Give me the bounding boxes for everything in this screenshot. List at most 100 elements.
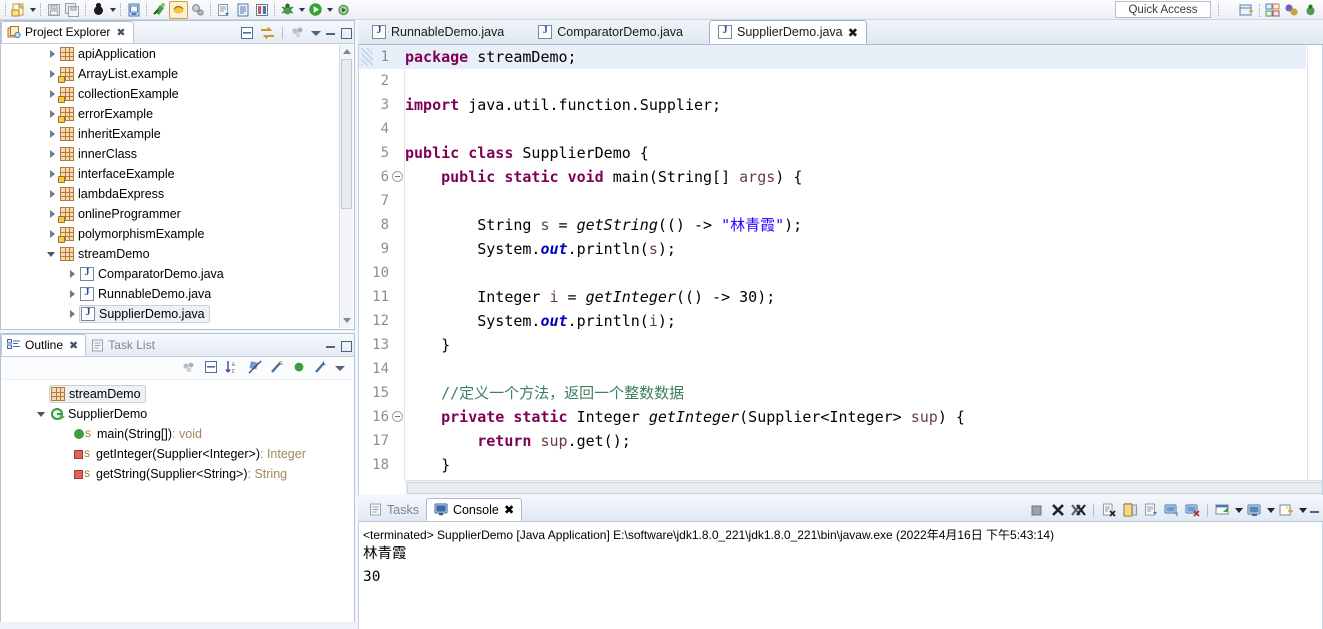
scrollbar-thumb[interactable] (407, 482, 1322, 494)
new-dropdown-arrow[interactable] (28, 1, 37, 19)
code-line-5[interactable]: 5 public class SupplierDemo { (359, 141, 1306, 165)
code-line-2[interactable]: 2 (359, 69, 1306, 93)
expand-arrow-icon[interactable] (47, 129, 57, 139)
annotation-overview-ruler[interactable] (1307, 45, 1322, 480)
properties-icon[interactable] (233, 1, 252, 19)
expand-arrow-icon[interactable] (47, 209, 57, 219)
display-selected-console-icon[interactable] (1212, 501, 1233, 520)
scroll-up-icon[interactable] (342, 47, 352, 57)
save-all-icon[interactable] (63, 1, 82, 19)
java-perspective-icon[interactable] (169, 0, 188, 19)
save-icon[interactable] (44, 1, 63, 19)
code-line-10[interactable]: 10 (359, 261, 1306, 285)
expand-arrow-icon[interactable] (67, 309, 77, 319)
editor-tab-supplierdemo-java[interactable]: SupplierDemo.java ✖ (709, 20, 868, 44)
tree-item-content[interactable]: collectionExample (58, 87, 179, 103)
remove-all-terminated-icon[interactable] (1068, 501, 1089, 520)
close-icon[interactable]: ✖ (116, 27, 125, 38)
tree-item-errorexample[interactable]: errorExample (1, 104, 354, 124)
link-with-editor-icon[interactable] (258, 24, 277, 42)
tab-console[interactable]: Console ✖ (425, 498, 523, 521)
expand-arrow-icon[interactable] (47, 109, 57, 119)
minimize-icon[interactable] (324, 26, 337, 39)
tree-item-content[interactable]: apiApplication (60, 47, 156, 61)
tree-item-innerclass[interactable]: innerClass (1, 144, 354, 164)
outline-item-content[interactable]: Smain(String[]) : void (74, 427, 202, 441)
tab-task-list[interactable]: Task List (86, 334, 162, 356)
tree-item-content[interactable]: polymorphismExample (58, 227, 204, 243)
new-java-project-icon[interactable] (1237, 1, 1256, 19)
tree-item-content[interactable]: inheritExample (60, 127, 161, 141)
tree-item-content[interactable]: ComparatorDemo.java (80, 267, 224, 281)
expand-arrow-icon[interactable] (67, 269, 77, 279)
debug-icon[interactable] (89, 1, 108, 19)
tree-item-inheritexample[interactable]: inheritExample (1, 124, 354, 144)
scroll-down-icon[interactable] (342, 316, 352, 326)
quick-access-field[interactable]: Quick Access (1115, 1, 1211, 18)
collapse-arrow-icon[interactable] (47, 249, 57, 259)
expand-arrow-icon[interactable] (47, 229, 57, 239)
outline-item-content[interactable]: SgetString(Supplier<String>) : String (74, 467, 287, 481)
new-console-view-icon[interactable] (1276, 501, 1297, 520)
tree-item-supplierdemo-java[interactable]: SupplierDemo.java (1, 304, 354, 324)
code-line-12[interactable]: 12 System.out.println(i); (359, 309, 1306, 333)
code-line-9[interactable]: 9 System.out.println(s); (359, 237, 1306, 261)
code-line-16[interactable]: 16 private static Integer getInteger(Sup… (359, 405, 1306, 429)
debug-dropdown-arrow[interactable] (108, 1, 117, 19)
hide-fields-icon[interactable] (245, 358, 264, 376)
project-explorer-scrollbar[interactable] (339, 45, 353, 328)
tree-item-content[interactable]: errorExample (58, 107, 153, 123)
tree-item-arraylist-example[interactable]: ArrayList.example (1, 64, 354, 84)
editor-tab-comparatordemo-java[interactable]: ComparatorDemo.java (530, 20, 691, 44)
tree-item-streamdemo[interactable]: streamDemo (1, 244, 354, 264)
tree-item-interfaceexample[interactable]: interfaceExample (1, 164, 354, 184)
tree-item-runnabledemo-java[interactable]: RunnableDemo.java (1, 284, 354, 304)
show-console-on-output-icon[interactable] (1161, 501, 1182, 520)
tree-item-content[interactable]: innerClass (60, 147, 137, 161)
hide-local-types-icon[interactable]: L (311, 358, 330, 376)
code-line-18[interactable]: 18 } (359, 453, 1306, 477)
outline-item-main-string-[interactable]: Smain(String[]) : void (1, 424, 354, 444)
expand-arrow-icon[interactable] (47, 69, 57, 79)
open-type-icon[interactable] (124, 1, 143, 19)
collapse-arrow-icon[interactable] (37, 409, 47, 419)
java-ee-icon[interactable] (1282, 1, 1301, 19)
scrollbar-thumb[interactable] (341, 59, 352, 209)
outline-item-content[interactable]: SgetInteger(Supplier<Integer>) : Integer (74, 447, 306, 461)
expand-arrow-icon[interactable] (47, 189, 57, 199)
tree-item-apiapplication[interactable]: apiApplication (1, 44, 354, 64)
new-console-dropdown-arrow[interactable] (1297, 501, 1308, 520)
close-icon[interactable]: ✖ (848, 25, 858, 40)
java-browsing-icon[interactable] (1263, 1, 1282, 19)
pin-console-icon[interactable] (1182, 501, 1203, 520)
tab-tasks[interactable]: Tasks (362, 498, 426, 521)
maximize-icon[interactable] (339, 339, 352, 352)
code-lines[interactable]: 1 package streamDemo; 2 3 import java.util.f… (359, 45, 1306, 480)
close-icon[interactable]: ✖ (69, 340, 78, 351)
tree-item-content[interactable]: streamDemo (60, 247, 150, 261)
code-line-11[interactable]: 11 Integer i = getInteger(() -> 30); (359, 285, 1306, 309)
tree-item-content[interactable]: onlineProgrammer (58, 207, 181, 223)
outline-item-supplierdemo[interactable]: SupplierDemo (1, 404, 354, 424)
collapse-all-icon[interactable] (201, 358, 220, 376)
view-menu-arrow-icon[interactable] (309, 26, 322, 39)
bug-icon[interactable] (278, 1, 297, 19)
tree-item-content[interactable]: ArrayList.example (58, 67, 178, 83)
bug-dropdown-arrow[interactable] (297, 1, 306, 19)
minimize-icon[interactable] (1308, 504, 1321, 517)
tree-item-polymorphismexample[interactable]: polymorphismExample (1, 224, 354, 244)
external-tools-icon[interactable] (188, 1, 207, 19)
maximize-icon[interactable] (339, 26, 352, 39)
expand-arrow-icon[interactable] (47, 169, 57, 179)
tree-item-content[interactable]: SupplierDemo.java (79, 305, 210, 323)
tab-project-explorer[interactable]: Project Explorer ✖ (1, 21, 134, 43)
code-fold-toggle-icon[interactable] (392, 411, 403, 422)
expand-arrow-icon[interactable] (47, 49, 57, 59)
code-line-6[interactable]: 6 public static void main(String[] args)… (359, 165, 1306, 189)
project-explorer-tree[interactable]: apiApplication ArrayList.example collectio… (1, 44, 354, 329)
code-line-3[interactable]: 3 import java.util.function.Supplier; (359, 93, 1306, 117)
terminate-icon[interactable] (1026, 501, 1047, 520)
display-selected-dropdown-arrow[interactable] (1233, 501, 1244, 520)
run-external-icon[interactable] (334, 1, 353, 19)
code-line-4[interactable]: 4 (359, 117, 1306, 141)
